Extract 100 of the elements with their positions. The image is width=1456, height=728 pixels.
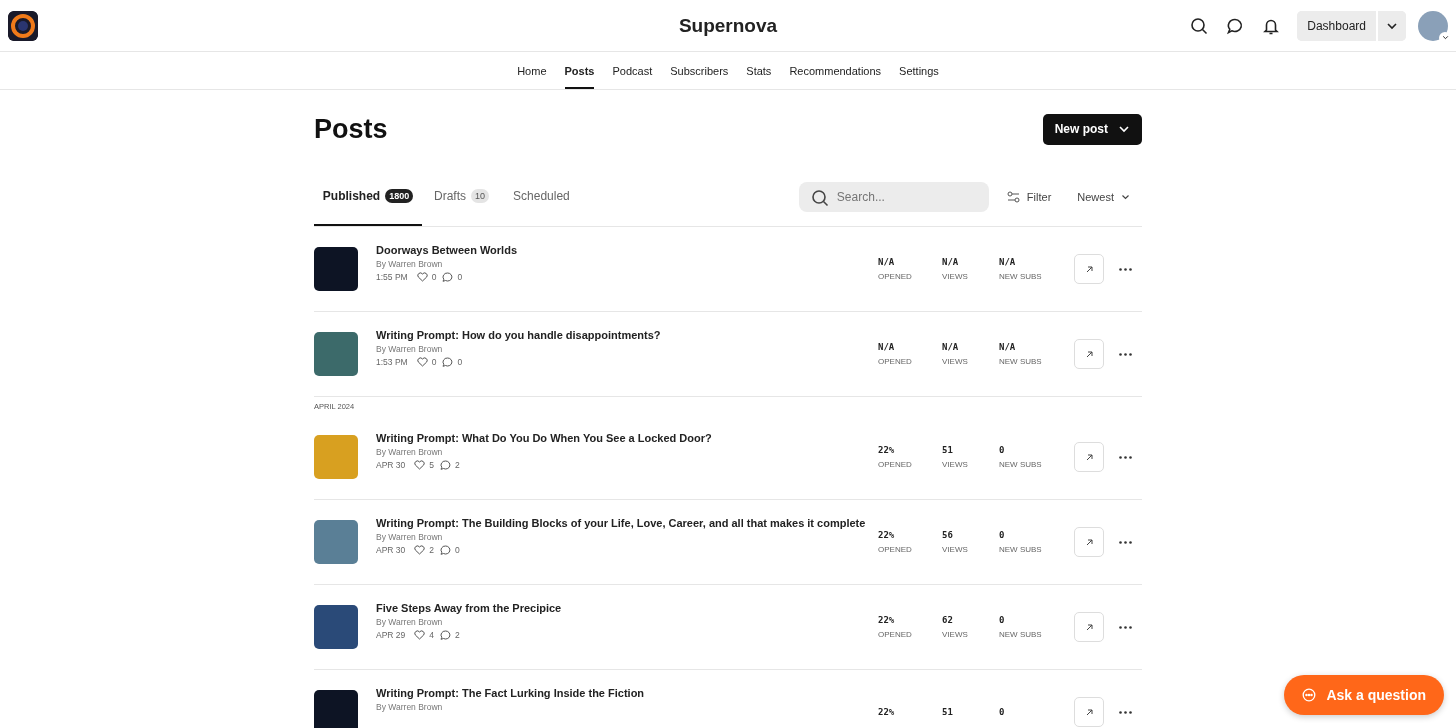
open-post-button[interactable]	[1074, 612, 1104, 642]
stat-label: NEW SUBS	[999, 357, 1042, 366]
more-options-icon[interactable]	[1119, 352, 1132, 356]
open-post-button[interactable]	[1074, 697, 1104, 727]
stat-value: 22%	[878, 530, 896, 540]
nav-tab[interactable]: Home	[517, 52, 547, 89]
heart-icon	[416, 272, 428, 282]
comment-count: 0	[457, 357, 463, 367]
stat-label: OPENED	[878, 545, 913, 554]
post-tab[interactable]: Drafts 10	[422, 168, 502, 226]
dashboard-menu-button[interactable]	[1376, 10, 1406, 41]
stat-label: OPENED	[878, 357, 913, 366]
stat-value: 0	[999, 707, 1005, 717]
comment-count: 2	[455, 630, 460, 640]
stat-label: VIEWS	[942, 272, 969, 281]
photo-placeholder	[314, 435, 358, 479]
comment-count: 0	[455, 545, 460, 555]
search-icon[interactable]	[1190, 16, 1209, 35]
post-author: By Warren Brown	[376, 532, 444, 542]
post-date: APR 30	[376, 545, 406, 555]
post-author: By Warren Brown	[376, 617, 444, 627]
stat-label: VIEWS	[942, 357, 969, 366]
nav-tab[interactable]: Stats	[746, 52, 772, 89]
stat-value: N/A	[942, 257, 960, 267]
nav-tab[interactable]: Podcast	[612, 52, 653, 89]
open-post-button[interactable]	[1074, 527, 1104, 557]
comment-count: 0	[457, 272, 463, 282]
comment-icon	[440, 630, 452, 640]
photo-placeholder	[314, 690, 358, 728]
post-author: By Warren Brown	[376, 702, 444, 712]
arrow-up-right-icon	[1084, 452, 1094, 462]
post-title[interactable]: Writing Prompt: What Do You Do When You See a Locked Door?	[376, 432, 878, 444]
post-title[interactable]: Doorways Between Worlds	[376, 244, 878, 256]
stat-value: N/A	[878, 257, 896, 267]
stat-value: 51	[942, 707, 954, 717]
comment-icon	[440, 460, 452, 470]
open-post-button[interactable]	[1074, 254, 1104, 284]
stat-label: VIEWS	[942, 545, 969, 554]
post-title[interactable]: Writing Prompt: The Fact Lurking Inside the Fiction	[376, 687, 878, 699]
post-date: 1:53 PM	[376, 357, 408, 367]
stat-label: NEW SUBS	[999, 545, 1042, 554]
post-title[interactable]: Five Steps Away from the Precipice	[376, 602, 878, 614]
photo-placeholder	[314, 332, 358, 376]
like-count: 4	[429, 630, 435, 640]
like-count: 0	[431, 357, 437, 367]
stat-value: N/A	[999, 257, 1017, 267]
chat-icon	[1302, 688, 1317, 702]
like-count: 0	[431, 272, 437, 282]
logo-icon[interactable]	[8, 10, 38, 41]
photo-placeholder	[314, 247, 358, 291]
stat-label: OPENED	[878, 272, 913, 281]
avatar[interactable]	[1418, 10, 1448, 41]
stat-label: NEW SUBS	[999, 630, 1042, 639]
new-post-button[interactable]: New post	[1042, 113, 1142, 145]
more-options-icon[interactable]	[1119, 267, 1132, 271]
post-date: APR 29	[376, 630, 406, 640]
count-badge: 10	[471, 189, 490, 203]
more-options-icon[interactable]	[1119, 540, 1132, 544]
publication-title[interactable]: Supernova	[678, 15, 778, 36]
arrow-up-right-icon	[1084, 264, 1094, 274]
search-field[interactable]: Search...	[798, 182, 989, 212]
chevron-down-icon	[1121, 194, 1130, 200]
page-title: Posts	[314, 113, 388, 145]
more-options-icon[interactable]	[1119, 625, 1132, 629]
stat-label: OPENED	[878, 630, 913, 639]
stat-label: VIEWS	[942, 460, 969, 469]
sliders-icon	[1006, 191, 1020, 203]
more-options-icon[interactable]	[1119, 455, 1132, 459]
chevron-down-icon	[1118, 125, 1130, 133]
count-badge: 1800	[385, 189, 414, 203]
post-tab[interactable]: Published 1800	[314, 168, 422, 226]
open-post-button[interactable]	[1074, 442, 1104, 472]
chat-icon[interactable]	[1226, 16, 1245, 35]
nav-tab[interactable]: Posts	[564, 52, 595, 89]
nav-tab[interactable]: Subscribers	[670, 52, 729, 89]
arrow-up-right-icon	[1084, 349, 1094, 359]
stat-value: 22%	[878, 615, 896, 625]
heart-icon	[414, 630, 426, 640]
open-post-button[interactable]	[1074, 339, 1104, 369]
arrow-up-right-icon	[1084, 707, 1094, 717]
nav-tab[interactable]: Recommendations	[789, 52, 882, 89]
stat-value: 0	[999, 615, 1006, 625]
stat-value: 22%	[878, 445, 896, 455]
chevron-down-icon	[1386, 21, 1398, 30]
filter-button[interactable]: Filter	[1006, 191, 1052, 203]
stat-value: 22%	[878, 707, 896, 717]
stat-value: N/A	[942, 342, 960, 352]
like-count: 5	[429, 460, 435, 470]
comment-count: 2	[455, 460, 460, 470]
heart-icon	[416, 357, 428, 367]
comment-icon	[440, 545, 452, 555]
more-options-icon[interactable]	[1119, 710, 1132, 714]
post-title[interactable]: Writing Prompt: The Building Blocks of your Life, Love, Career, and all that makes it complete	[376, 517, 878, 529]
post-tab[interactable]: Scheduled	[501, 168, 582, 226]
stat-value: N/A	[878, 342, 896, 352]
nav-tab[interactable]: Settings	[899, 52, 939, 89]
post-title[interactable]: Writing Prompt: How do you handle disappointments?	[376, 329, 878, 341]
sort-dropdown[interactable]: Newest	[1077, 191, 1130, 203]
comment-icon	[442, 357, 454, 367]
post-author: By Warren Brown	[376, 344, 444, 354]
